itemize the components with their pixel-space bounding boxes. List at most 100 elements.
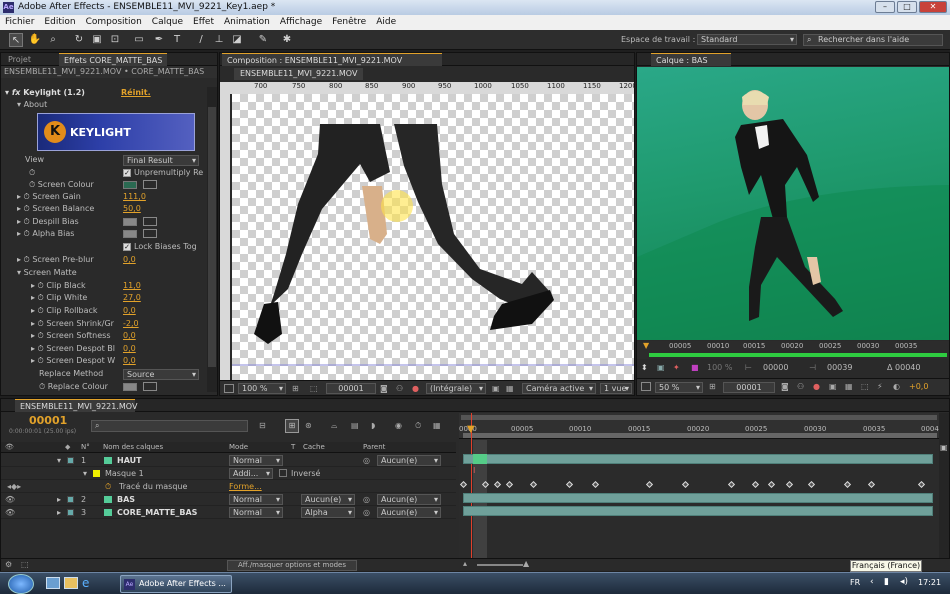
minimize-button[interactable]: – (875, 1, 895, 13)
layer-mode-select[interactable]: Normal (229, 507, 283, 518)
menu-aide[interactable]: Aide (371, 15, 401, 30)
volume-icon[interactable]: ◂) (900, 577, 908, 587)
keyframe[interactable] (867, 480, 876, 489)
in-point-value[interactable]: 00000 (763, 363, 788, 372)
keyframe[interactable] (505, 480, 514, 489)
shy-layers-icon[interactable]: ⌓ (331, 421, 337, 431)
start-button[interactable] (8, 574, 34, 594)
motion-blur-icon[interactable]: ◗ (371, 421, 375, 430)
taskbar-app-button[interactable]: Ae Adobe After Effects ... (120, 575, 232, 593)
tab-layer[interactable]: Calque : BAS (651, 53, 731, 66)
mask-shape-link[interactable]: Forme... (229, 480, 262, 493)
eyedropper-icon[interactable] (143, 180, 157, 189)
tab-project[interactable]: Projet (3, 53, 36, 66)
comp-button-icon[interactable]: ▣ (940, 443, 948, 452)
layer-row[interactable]: ▾ 1 HAUT Normal ◎ Aucun(e) (1, 454, 456, 467)
camera-tool-icon[interactable]: ▣ (90, 33, 104, 47)
zoom-in-icon[interactable]: ▲ (523, 559, 529, 568)
graph-editor-icon[interactable]: ▦ (433, 421, 441, 430)
region-icon[interactable]: ▣ (829, 382, 837, 391)
menu-effet[interactable]: Effet (188, 15, 219, 30)
keyframe[interactable] (493, 480, 502, 489)
rectangle-tool-icon[interactable]: ▭ (132, 33, 146, 47)
mask-name[interactable]: Masque 1 (105, 467, 144, 480)
tab-effects[interactable]: Effets CORE_MATTE_BAS (59, 53, 168, 66)
eraser-tool-icon[interactable]: ◪ (230, 33, 244, 47)
inverted-checkbox[interactable] (279, 469, 287, 477)
fast-preview-icon[interactable]: ⚡ (877, 382, 883, 391)
views-select[interactable]: 1 vue (600, 383, 632, 394)
transparency-grid-icon[interactable]: ▦ (845, 382, 853, 391)
frame-blending-icon[interactable]: ▤ (351, 421, 359, 430)
effects-scrollbar[interactable] (207, 87, 217, 392)
auto-keyframe-icon[interactable]: ⏱ (415, 421, 421, 431)
layer-parent-select[interactable]: Aucun(e) (377, 455, 441, 466)
grid-icon[interactable]: ⊞ (292, 384, 299, 393)
expand-panes-icon[interactable]: ⬚ (21, 560, 29, 569)
layer-row[interactable]: 👁 ▸ 3 CORE_MATTE_BAS Normal Alpha ◎ Aucu… (1, 506, 456, 519)
keyframe[interactable] (459, 480, 468, 489)
roto-brush-tool-icon[interactable]: ✎ (256, 33, 270, 47)
effects-scroll-thumb[interactable] (208, 107, 216, 367)
screen-softness-value[interactable]: 0,0 (123, 330, 136, 342)
layer-frame-field[interactable]: 00001 (723, 382, 775, 393)
color-icon[interactable]: ■ (691, 363, 699, 372)
keyframe[interactable] (767, 480, 776, 489)
track-matte-select[interactable]: Aucun(e) (301, 494, 355, 505)
brush-tool-icon[interactable]: / (194, 33, 208, 47)
view-select[interactable]: Final Result (123, 155, 199, 166)
cti-head-icon[interactable]: ▼ (467, 424, 475, 435)
hand-tool-icon[interactable]: ✋ (28, 33, 42, 47)
zoom-select[interactable]: 100 % (238, 383, 286, 394)
eyedropper-icon[interactable] (143, 382, 157, 391)
parent-pickwhip-icon[interactable]: ◎ (363, 454, 370, 467)
menu-animation[interactable]: Animation (219, 15, 275, 30)
layer-duration-bar[interactable] (463, 493, 933, 503)
layer-viewer[interactable] (637, 67, 949, 340)
close-button[interactable]: ✕ (919, 1, 947, 13)
work-area-bar[interactable] (649, 353, 947, 357)
mask-mode-select[interactable]: Addi... (229, 468, 273, 479)
mask-icon[interactable]: ⬚ (310, 384, 318, 393)
layer-mode-select[interactable]: Normal (229, 494, 283, 505)
visibility-eye-icon[interactable]: 👁 (5, 493, 15, 506)
expand-arrow-icon[interactable]: ▸ (57, 493, 61, 506)
keyframe-navigator-icon[interactable]: ◂◆▸ (7, 480, 21, 493)
screen-matte-group[interactable]: Screen Matte (24, 268, 77, 277)
layer-search-input[interactable]: ⌕ (91, 420, 248, 432)
timeline-zoom-slider[interactable] (477, 564, 523, 566)
channel-icon[interactable]: ● (412, 384, 419, 393)
visibility-eye-icon[interactable]: 👁 (5, 506, 15, 519)
clone-tool-icon[interactable]: ⊥ (212, 33, 226, 47)
draft-3d-icon[interactable]: ⊛ (305, 421, 312, 430)
zoom-tool-icon[interactable]: ⌕ (46, 33, 60, 47)
layer-parent-select[interactable]: Aucun(e) (377, 494, 441, 505)
menu-fichier[interactable]: Fichier (0, 15, 39, 30)
work-area-bar[interactable] (463, 433, 937, 438)
parent-pickwhip-icon[interactable]: ◎ (363, 493, 370, 506)
internet-explorer-icon[interactable]: e (82, 576, 89, 590)
zoom-out-icon[interactable]: ▴ (463, 559, 467, 568)
layer-playhead-icon[interactable]: ▼ (643, 341, 649, 350)
unpremultiply-checkbox[interactable]: ✓ (123, 169, 131, 177)
help-search-input[interactable]: ⌕ Rechercher dans l'aide (803, 34, 943, 46)
layer-name[interactable]: BAS (117, 493, 135, 506)
despot-white-value[interactable]: 0,0 (123, 355, 136, 367)
despot-black-value[interactable]: 0,0 (123, 343, 136, 355)
show-snapshot-icon[interactable]: ⚇ (797, 382, 804, 391)
rotate-tool-icon[interactable]: ↻ (72, 33, 86, 47)
show-snapshot-icon[interactable]: ⚇ (396, 384, 403, 393)
timeline-scrollbar[interactable]: ▣ (939, 413, 949, 559)
render-icon[interactable]: ⚙ (5, 560, 12, 569)
keyframe[interactable] (917, 480, 926, 489)
show-hidden-icons-icon[interactable]: ‹ (870, 577, 874, 587)
3d-view-icon[interactable]: ⬚ (861, 382, 869, 391)
region-icon[interactable]: ▣ (492, 384, 500, 393)
keyframe[interactable] (843, 480, 852, 489)
screen-shrink-value[interactable]: -2,0 (123, 318, 139, 330)
selection-tool-icon[interactable]: ↖ (9, 33, 23, 47)
effect-name[interactable]: Keylight (1.2) (23, 88, 85, 97)
pan-behind-tool-icon[interactable]: ⊡ (108, 33, 122, 47)
comp-frame-field[interactable]: 00001 (326, 383, 376, 394)
menu-fenetre[interactable]: Fenêtre (327, 15, 371, 30)
